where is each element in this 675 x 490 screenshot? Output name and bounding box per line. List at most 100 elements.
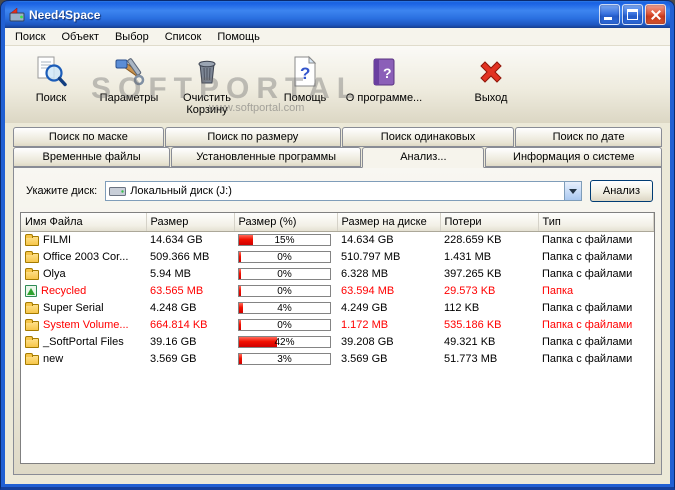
disk-size-cell: 14.634 GB	[341, 233, 394, 246]
percent-label: 42%	[274, 336, 295, 348]
analysis-panel: Укажите диск: Локальный диск (J:) Анализ	[13, 167, 662, 475]
menu-poisk[interactable]: Поиск	[7, 29, 53, 45]
type-cell: Папка с файлами	[542, 352, 633, 365]
disk-size-cell: 1.172 MB	[341, 318, 389, 331]
tab-row-2: Временные файлы Установленные программы …	[13, 147, 663, 168]
disk-label: Укажите диск:	[26, 185, 98, 197]
maximize-button[interactable]	[622, 4, 643, 25]
folder-icon	[25, 352, 39, 365]
disk-size-cell: 39.208 GB	[341, 335, 394, 348]
about-button-label: О программе...	[345, 92, 423, 104]
help-button-label: Помощь	[283, 92, 327, 104]
table-row[interactable]: Olya 5.94 MB 0% 6.328 MB 397.265 KB Папка с ф…	[21, 265, 654, 282]
file-name: FILMI	[43, 233, 72, 246]
analyze-button[interactable]: Анализ	[589, 180, 653, 202]
column-header-disk-size[interactable]: Размер на диске	[337, 213, 441, 232]
percent-bar: 0%	[238, 250, 331, 263]
table-row[interactable]: Office 2003 Cor... 509.366 MB 0% 510.797 MB…	[21, 248, 654, 265]
title-bar[interactable]: Need4Space	[5, 1, 670, 28]
loss-cell: 49.321 KB	[444, 335, 496, 348]
column-header-size[interactable]: Размер	[146, 213, 235, 232]
empty-recycle-button-label: Очистить Корзину	[183, 92, 231, 116]
table-row[interactable]: Super Serial 4.248 GB 4% 4.249 GB 112 KB Папк…	[21, 299, 654, 316]
empty-recycle-button[interactable]: Очистить Корзину	[171, 52, 243, 119]
folder-icon	[25, 267, 39, 280]
column-header-loss[interactable]: Потери	[440, 213, 539, 232]
file-name-cell: System Volume...	[21, 316, 146, 333]
folder-icon	[25, 335, 39, 348]
file-name: new	[43, 352, 64, 365]
settings-icon	[115, 58, 145, 86]
percent-cell: 15%	[234, 231, 337, 248]
disk-selector-row: Укажите диск: Локальный диск (J:) Анализ	[26, 180, 653, 202]
file-name: Recycled	[41, 284, 87, 297]
settings-button-label: Параметры	[99, 92, 159, 104]
close-button[interactable]	[645, 4, 666, 25]
type-cell: Папка с файлами	[542, 250, 633, 263]
about-button[interactable]: ? О программе...	[337, 52, 431, 107]
tab-analiz[interactable]: Анализ...	[362, 147, 485, 168]
menu-vybor[interactable]: Выбор	[107, 29, 157, 45]
type-cell: Папка с файлами	[542, 301, 633, 314]
table-row[interactable]: System Volume... 664.814 KB 0% 1.172 MB 535.…	[21, 316, 654, 333]
exit-icon	[480, 61, 502, 83]
percent-cell: 4%	[234, 299, 337, 316]
loss-cell: 535.186 KB	[444, 318, 502, 331]
minimize-button[interactable]	[599, 4, 620, 25]
file-name-cell: Super Serial	[21, 299, 146, 316]
size-cell: 14.634 GB	[150, 233, 203, 246]
app-window: Need4Space Поиск Объект Выбор Список Пом…	[0, 0, 675, 490]
menu-pomosch[interactable]: Помощь	[209, 29, 268, 45]
tab-poisk-po-razmeru[interactable]: Поиск по размеру	[164, 127, 341, 147]
window-body: Поиск Объект Выбор Список Помощь Поиск П…	[5, 28, 670, 484]
search-button[interactable]: Поиск	[15, 52, 87, 107]
percent-label: 0%	[277, 285, 292, 297]
table-row[interactable]: Recycled 63.565 MB 0% 63.594 MB 29.573 KB Пап…	[21, 282, 654, 299]
loss-cell: 112 KB	[444, 301, 480, 314]
loss-cell: 51.773 MB	[444, 352, 498, 365]
tab-informaciya-o-sisteme[interactable]: Информация о системе	[485, 147, 663, 167]
column-header-name[interactable]: Имя Файла	[21, 213, 147, 232]
settings-button[interactable]: Параметры	[87, 52, 171, 107]
table-row[interactable]: _SoftPortal Files 39.16 GB 42% 39.208 GB 49.…	[21, 333, 654, 350]
search-button-label: Поиск	[35, 92, 67, 104]
combo-dropdown-button[interactable]	[563, 182, 581, 200]
tab-poisk-po-date[interactable]: Поиск по дате	[515, 127, 662, 147]
type-cell: Папка	[542, 284, 574, 297]
app-icon	[9, 6, 25, 21]
file-name-cell: Olya	[21, 265, 146, 282]
window-title: Need4Space	[29, 7, 101, 22]
column-header-type[interactable]: Тип	[538, 213, 654, 232]
search-icon	[37, 56, 67, 87]
menu-obyekt[interactable]: Объект	[53, 29, 106, 45]
size-cell: 4.248 GB	[150, 301, 197, 314]
loss-cell: 29.573 KB	[444, 284, 496, 297]
recycle-bin-icon	[25, 284, 37, 297]
tab-poisk-po-maske[interactable]: Поиск по маске	[13, 127, 164, 147]
file-name: System Volume...	[43, 318, 129, 331]
file-name: Office 2003 Cor...	[43, 250, 129, 263]
exit-button[interactable]: Выход	[459, 52, 523, 107]
tab-vremennye-fajly[interactable]: Временные файлы	[13, 147, 171, 167]
file-name: Super Serial	[43, 301, 104, 314]
type-cell: Папка с файлами	[542, 335, 633, 348]
size-cell: 39.16 GB	[150, 335, 197, 348]
folder-icon	[25, 301, 39, 314]
tab-ustanovlennye-programmy[interactable]: Установленные программы	[171, 147, 362, 167]
loss-cell: 228.659 KB	[444, 233, 502, 246]
help-button[interactable]: ? Помощь	[273, 52, 337, 107]
percent-bar: 0%	[238, 318, 331, 331]
table-row[interactable]: FILMI 14.634 GB 15% 14.634 GB 228.659 KB Папк…	[21, 231, 654, 248]
minimize-icon	[604, 17, 612, 20]
menu-spisok[interactable]: Список	[157, 29, 210, 45]
size-cell: 664.814 KB	[150, 318, 208, 331]
file-name: Olya	[43, 267, 66, 280]
disk-combobox[interactable]: Локальный диск (J:)	[105, 181, 582, 201]
table-row[interactable]: new 3.569 GB 3% 3.569 GB 51.773 MB Папка с фа…	[21, 350, 654, 367]
percent-label: 0%	[277, 319, 292, 331]
column-header-percent[interactable]: Размер (%)	[234, 213, 338, 232]
results-table: Имя Файла Размер Размер (%) Размер на ди…	[20, 212, 655, 464]
percent-bar: 15%	[238, 233, 331, 246]
tab-poisk-odinakovyh[interactable]: Поиск одинаковых	[341, 127, 515, 147]
folder-icon	[25, 233, 39, 246]
